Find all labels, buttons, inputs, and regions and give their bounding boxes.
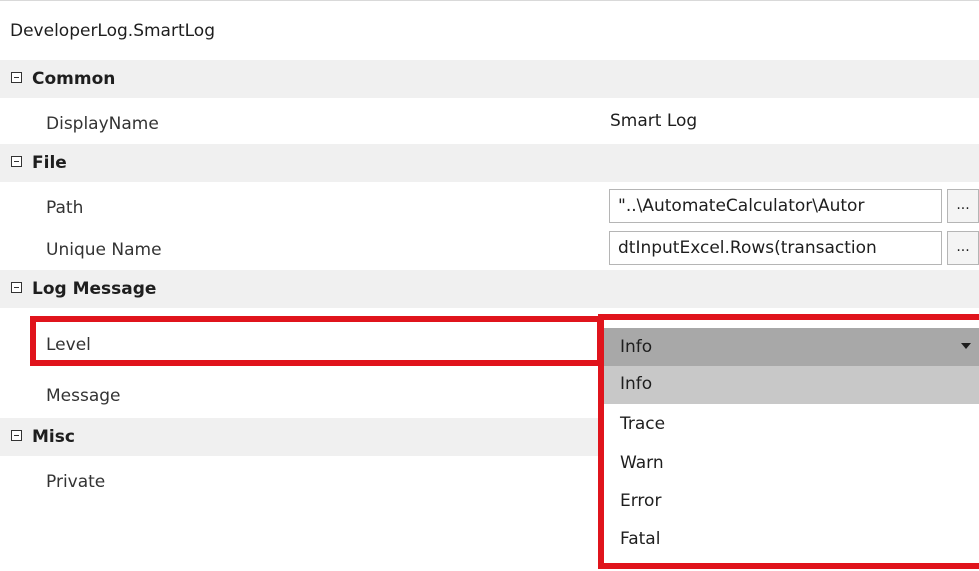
category-file[interactable]: File [0, 144, 979, 182]
displayname-value[interactable]: Smart Log [610, 111, 697, 131]
category-label: Common [32, 69, 116, 89]
property-row-displayname[interactable]: DisplayName Smart Log [34, 102, 979, 144]
property-grid-title: DeveloperLog.SmartLog [0, 0, 979, 60]
collapse-toggle-icon[interactable] [11, 282, 22, 293]
unique-name-input[interactable]: dtInputExcel.Rows(transaction [609, 231, 942, 265]
collapse-toggle-icon[interactable] [11, 156, 22, 167]
property-label: Message [46, 386, 121, 406]
category-log-message[interactable]: Log Message [0, 270, 979, 308]
property-row-unique-name[interactable]: Unique Name dtInputExcel.Rows(transactio… [34, 228, 979, 270]
selected-object-name: DeveloperLog.SmartLog [10, 21, 215, 41]
collapse-toggle-icon[interactable] [11, 430, 22, 441]
path-browse-button[interactable]: ... [947, 189, 979, 223]
property-label: Private [46, 472, 106, 492]
category-common[interactable]: Common [0, 60, 979, 98]
unique-name-browse-button[interactable]: ... [947, 231, 979, 265]
level-label-highlight [30, 316, 603, 366]
collapse-toggle-icon[interactable] [11, 72, 22, 83]
level-dropdown-highlight [598, 314, 979, 569]
category-label: Log Message [32, 279, 157, 299]
property-label: Path [46, 198, 84, 218]
category-label: Misc [32, 427, 75, 447]
property-row-path[interactable]: Path "..\AutomateCalculator\Autor ... [34, 186, 979, 228]
path-input[interactable]: "..\AutomateCalculator\Autor [609, 189, 942, 223]
property-label: DisplayName [46, 114, 159, 134]
property-label: Unique Name [46, 240, 162, 260]
category-label: File [32, 153, 67, 173]
